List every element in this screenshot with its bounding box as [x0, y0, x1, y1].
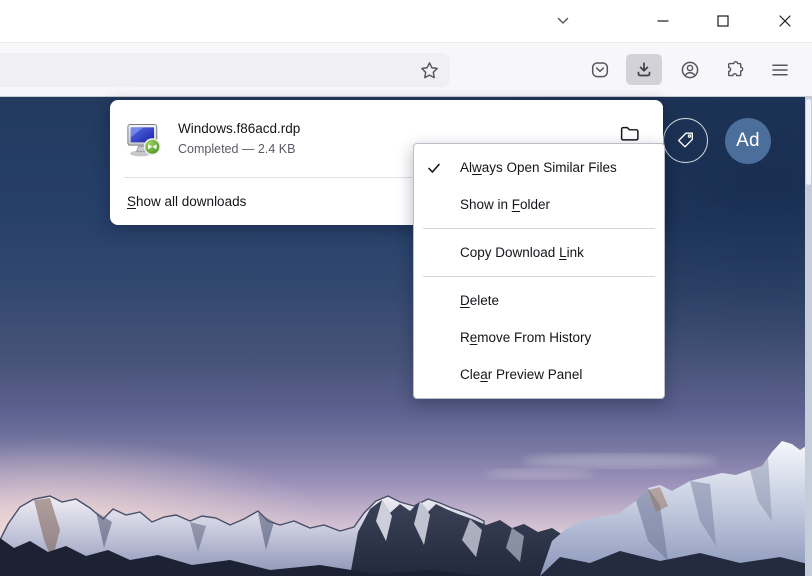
maximize-icon — [716, 14, 730, 28]
app-menu-button[interactable] — [762, 54, 798, 85]
menu-item-label: Clear Preview Panel — [460, 367, 582, 382]
tag-button[interactable] — [663, 118, 708, 163]
menu-item-label: Remove From History — [460, 330, 591, 345]
menu-item-label: Always Open Similar Files — [460, 160, 617, 175]
menu-item-label: Delete — [460, 293, 499, 308]
minimize-button[interactable] — [637, 0, 689, 42]
menu-item-label: Copy Download Link — [460, 245, 584, 260]
menu-item-show-in-folder[interactable]: Show in Folder — [414, 186, 664, 223]
puzzle-piece-icon — [725, 60, 745, 80]
folder-icon — [619, 123, 640, 144]
scrollbar-thumb[interactable] — [806, 99, 811, 185]
pocket-button[interactable] — [582, 54, 618, 85]
menu-item-always-open-similar-files[interactable]: Always Open Similar Files — [414, 149, 664, 186]
browser-window: Ad — [0, 0, 812, 576]
url-bar[interactable] — [0, 53, 450, 87]
downloads-button[interactable] — [626, 54, 662, 85]
menu-item-delete[interactable]: Delete — [414, 282, 664, 319]
download-context-menu: Always Open Similar Files Show in Folder C… — [413, 143, 665, 399]
menu-separator — [423, 228, 655, 229]
titlebar — [0, 0, 812, 42]
maximize-button[interactable] — [697, 0, 749, 42]
menu-separator — [423, 276, 655, 277]
download-filename: Windows.f86acd.rdp — [178, 121, 649, 136]
rdp-file-icon — [124, 119, 164, 159]
tag-icon — [675, 130, 696, 151]
menu-item-clear-preview-panel[interactable]: Clear Preview Panel — [414, 356, 664, 393]
hamburger-menu-icon — [770, 60, 790, 80]
page-scrollbar[interactable] — [805, 97, 812, 576]
close-icon — [778, 14, 792, 28]
menu-item-copy-download-link[interactable]: Copy Download Link — [414, 234, 664, 271]
menu-item-label: Show in Folder — [460, 197, 550, 212]
minimize-icon — [656, 14, 670, 28]
account-button[interactable] — [672, 54, 708, 85]
navigation-toolbar — [0, 42, 812, 97]
bookmark-button[interactable] — [415, 56, 443, 84]
account-icon — [680, 60, 700, 80]
checkmark-icon — [426, 160, 460, 176]
extensions-button[interactable] — [717, 54, 753, 85]
close-button[interactable] — [757, 0, 812, 42]
tab-list-chevron-button[interactable] — [547, 0, 579, 42]
pocket-icon — [590, 60, 610, 80]
avatar[interactable]: Ad — [725, 118, 771, 164]
star-icon — [420, 61, 439, 80]
menu-item-remove-from-history[interactable]: Remove From History — [414, 319, 664, 356]
chevron-down-icon — [555, 13, 571, 29]
downloads-icon — [634, 60, 654, 80]
